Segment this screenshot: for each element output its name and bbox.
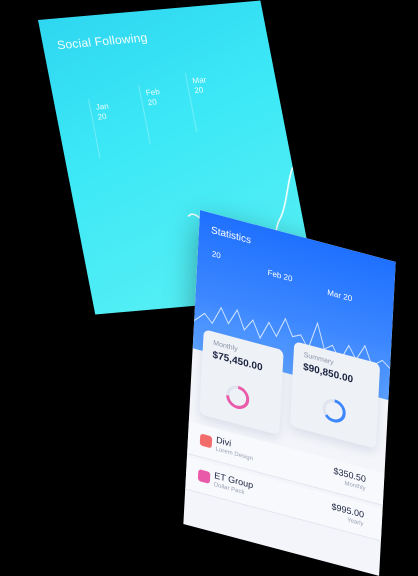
date-month: Feb (145, 87, 161, 98)
social-following-title: Social Following (55, 30, 149, 53)
summary-progress-ring (322, 399, 346, 423)
social-date-columns: Jan 20 Feb 20 Mar 20 (49, 57, 285, 159)
date-month: Mar (191, 75, 208, 86)
statistics-screen: Statistics 20 Feb 20 Mar 20 Monthly $75,… (183, 210, 396, 576)
ticket-icon (197, 468, 211, 484)
date-day: 20 (96, 111, 108, 122)
date-day: 20 (146, 97, 158, 108)
date-day: 20 (193, 85, 205, 96)
date-column-feb[interactable]: Feb 20 (138, 85, 163, 145)
pie-chart-icon (199, 433, 213, 449)
stats-date-tab[interactable]: Mar 20 (327, 288, 352, 303)
date-column-mar[interactable]: Mar 20 (184, 72, 210, 132)
stats-date-tab[interactable]: 20 (212, 249, 221, 260)
transaction-sub: Lorem Design (215, 446, 254, 463)
monthly-progress-ring (226, 385, 250, 409)
statistics-title: Statistics (210, 225, 252, 247)
date-column-jan[interactable]: Jan 20 (88, 99, 112, 159)
date-month: Jan (94, 101, 110, 112)
stats-date-tab[interactable]: Feb 20 (267, 268, 292, 283)
